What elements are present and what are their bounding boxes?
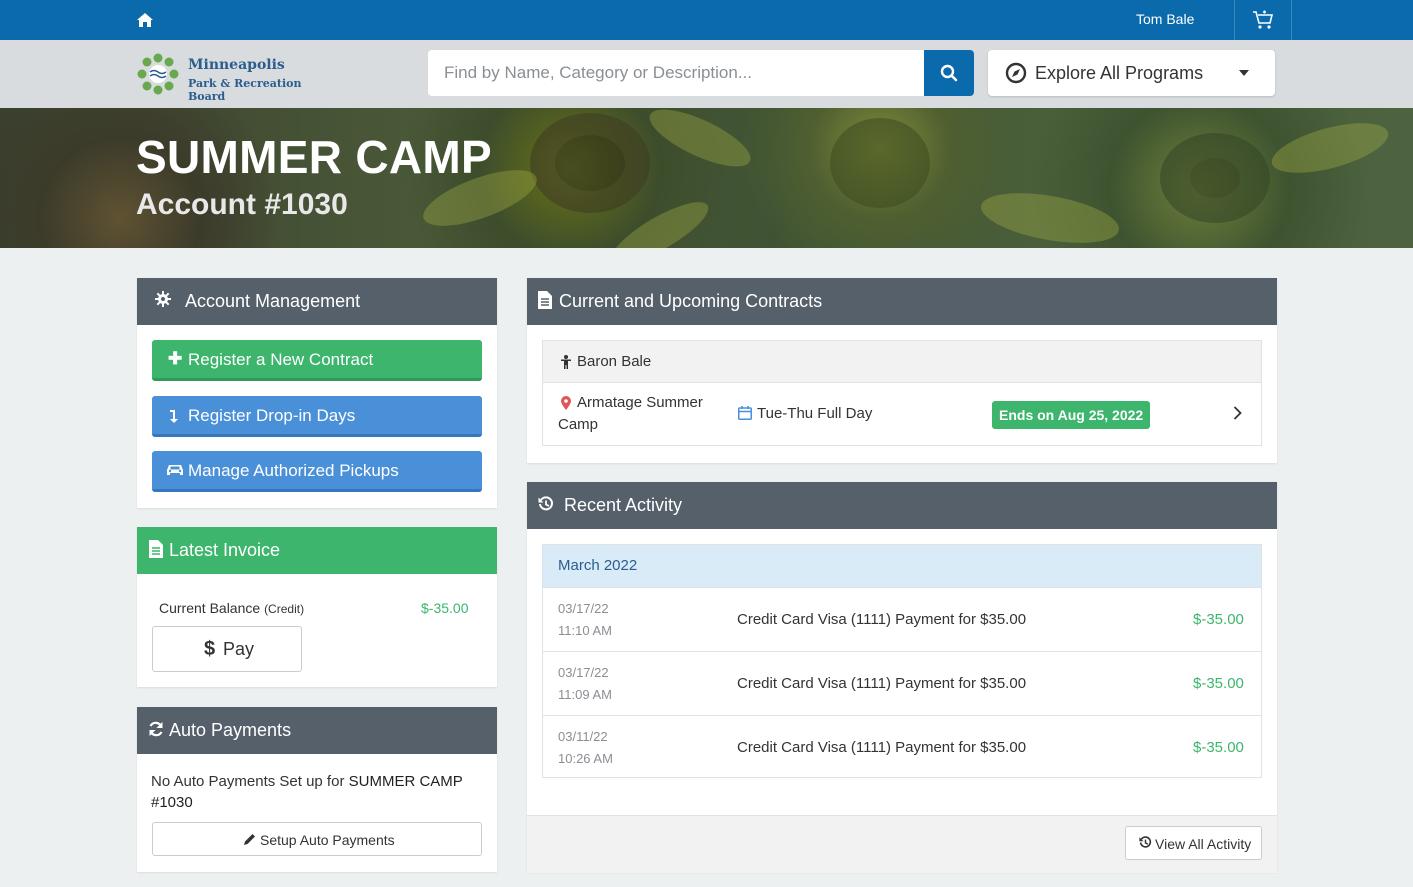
current-balance-label: Current Balance (Credit) bbox=[159, 600, 304, 616]
file-icon bbox=[538, 291, 552, 309]
contract-card: Baron Bale Armatage Summer Camp Tue-Thu … bbox=[542, 340, 1262, 446]
plus-icon: ✚ bbox=[168, 349, 183, 368]
register-drop-in-days-button[interactable]: Register Drop-in Days bbox=[152, 396, 482, 437]
register-new-contract-label: Register a New Contract bbox=[188, 350, 374, 369]
current-balance-note: (Credit) bbox=[264, 602, 305, 616]
auto-payments-message: No Auto Payments Set up for SUMMER CAMP … bbox=[151, 771, 481, 813]
explore-programs-dropdown[interactable]: Explore All Programs bbox=[988, 50, 1275, 96]
view-all-activity-label: View All Activity bbox=[1155, 836, 1252, 852]
history-icon bbox=[1139, 836, 1152, 848]
activity-month-label: March 2022 bbox=[558, 557, 638, 574]
activity-description: Credit Card Visa (1111) Payment for $35.… bbox=[737, 675, 1027, 692]
refresh-icon bbox=[149, 721, 163, 737]
pay-label: Pay bbox=[223, 639, 255, 659]
contracts-panel: Current and Upcoming Contracts Baron Bal… bbox=[527, 278, 1277, 463]
view-all-activity-button[interactable]: View All Activity bbox=[1125, 826, 1262, 860]
activity-list: March 2022 03/17/22 11:10 AM Credit Card… bbox=[542, 544, 1262, 778]
contracts-header: Current and Upcoming Contracts bbox=[527, 278, 1277, 325]
activity-month-header: March 2022 bbox=[543, 545, 1261, 587]
activity-amount: $-35.00 bbox=[1193, 611, 1244, 628]
register-new-contract-button[interactable]: ✚ Register a New Contract bbox=[152, 340, 482, 381]
activity-time: 10:26 AM bbox=[558, 751, 613, 766]
map-marker-icon bbox=[561, 396, 571, 410]
setup-auto-payments-label: Setup Auto Payments bbox=[260, 832, 395, 848]
contract-location-line1: Armatage Summer bbox=[577, 394, 703, 411]
contract-person-name: Baron Bale bbox=[577, 353, 652, 370]
contracts-title: Current and Upcoming Contracts bbox=[559, 291, 823, 311]
manage-authorized-pickups-button[interactable]: Manage Authorized Pickups bbox=[152, 451, 482, 492]
arrow-down-turn-icon bbox=[170, 410, 178, 423]
auto-payments-header: Auto Payments bbox=[137, 707, 497, 754]
contract-location-line2: Camp bbox=[558, 416, 599, 433]
activity-date: 03/11/22 bbox=[558, 729, 608, 744]
activity-amount: $-35.00 bbox=[1193, 739, 1244, 756]
caret-down-icon bbox=[1239, 70, 1249, 76]
auto-payments-account-number: #1030 bbox=[151, 794, 193, 811]
recent-activity-footer: View All Activity bbox=[527, 815, 1277, 873]
activity-description: Credit Card Visa (1111) Payment for $35.… bbox=[737, 611, 1027, 628]
auto-payments-panel: Auto Payments No Auto Payments Set up fo… bbox=[137, 707, 497, 872]
cart-icon bbox=[1253, 10, 1274, 29]
current-balance-text: Current Balance bbox=[159, 600, 261, 616]
activity-time: 11:10 AM bbox=[558, 623, 612, 638]
activity-date: 03/17/22 bbox=[558, 665, 609, 680]
account-management-title: Account Management bbox=[185, 291, 361, 311]
home-icon[interactable] bbox=[136, 11, 154, 29]
hero-banner: SUMMER CAMP Account #1030 bbox=[0, 108, 1413, 248]
latest-invoice-panel: Latest Invoice Current Balance (Credit) … bbox=[137, 527, 497, 687]
chevron-right-icon[interactable] bbox=[1233, 406, 1242, 420]
compass-icon bbox=[1005, 62, 1027, 84]
account-number: Account #1030 bbox=[136, 188, 348, 221]
latest-invoice-title: Latest Invoice bbox=[169, 540, 281, 560]
top-bar: Tom Bale bbox=[0, 0, 1413, 40]
history-icon bbox=[538, 496, 553, 511]
document-icon bbox=[149, 540, 163, 558]
search-button[interactable] bbox=[924, 50, 974, 96]
contract-status-badge: Ends on Aug 25, 2022 bbox=[992, 401, 1151, 429]
contract-schedule: Tue-Thu Full Day bbox=[757, 405, 873, 422]
recent-activity-panel: Recent Activity March 2022 03/17/22 11:1… bbox=[527, 482, 1277, 873]
pay-button[interactable]: $ Pay bbox=[152, 626, 302, 672]
activity-row: 03/17/22 11:09 AM Credit Card Visa (1111… bbox=[543, 651, 1261, 715]
contract-row[interactable]: Armatage Summer Camp Tue-Thu Full Day En… bbox=[543, 383, 1261, 445]
auto-payments-account-name: SUMMER CAMP bbox=[348, 773, 463, 790]
activity-date: 03/17/22 bbox=[558, 601, 609, 616]
account-management-header: Account Management bbox=[137, 278, 497, 325]
page-title: SUMMER CAMP bbox=[136, 131, 492, 183]
explore-programs-label: Explore All Programs bbox=[1035, 63, 1204, 83]
contract-person-header: Baron Bale bbox=[543, 341, 1261, 383]
logo[interactable]: Minneapolis Park & Recreation Board bbox=[136, 52, 336, 103]
pencil-icon bbox=[244, 834, 255, 845]
account-management-panel: Account Management ✚ Register a New Cont… bbox=[137, 278, 497, 508]
setup-auto-payments-button[interactable]: Setup Auto Payments bbox=[152, 822, 482, 856]
user-name-link[interactable]: Tom Bale bbox=[1136, 11, 1194, 27]
logo-subtitle: Park & Recreation Board bbox=[188, 77, 302, 103]
child-icon bbox=[561, 355, 571, 369]
register-drop-in-days-label: Register Drop-in Days bbox=[188, 406, 356, 425]
activity-time: 11:09 AM bbox=[558, 687, 612, 702]
calendar-icon bbox=[738, 406, 752, 420]
gear-icon bbox=[155, 291, 171, 307]
manage-authorized-pickups-label: Manage Authorized Pickups bbox=[188, 461, 399, 480]
logo-mark-icon bbox=[137, 53, 179, 95]
search-input[interactable] bbox=[428, 50, 924, 96]
logo-title: Minneapolis bbox=[188, 57, 285, 73]
site-header: Minneapolis Park & Recreation Board Expl… bbox=[0, 40, 1413, 108]
activity-description: Credit Card Visa (1111) Payment for $35.… bbox=[737, 739, 1027, 756]
dollar-icon: $ bbox=[204, 638, 216, 660]
activity-row: 03/11/22 10:26 AM Credit Card Visa (1111… bbox=[543, 715, 1261, 779]
cart-button[interactable] bbox=[1234, 0, 1292, 40]
latest-invoice-header: Latest Invoice bbox=[137, 527, 497, 574]
search-icon bbox=[940, 64, 958, 82]
current-balance-value: $-35.00 bbox=[421, 600, 469, 616]
auto-payments-message-prefix: No Auto Payments Set up for bbox=[151, 773, 345, 790]
activity-row: 03/17/22 11:10 AM Credit Card Visa (1111… bbox=[543, 587, 1261, 651]
recent-activity-header: Recent Activity bbox=[527, 482, 1277, 529]
auto-payments-title: Auto Payments bbox=[169, 720, 292, 740]
recent-activity-title: Recent Activity bbox=[564, 495, 683, 515]
activity-amount: $-35.00 bbox=[1193, 675, 1244, 692]
car-icon bbox=[167, 465, 183, 475]
